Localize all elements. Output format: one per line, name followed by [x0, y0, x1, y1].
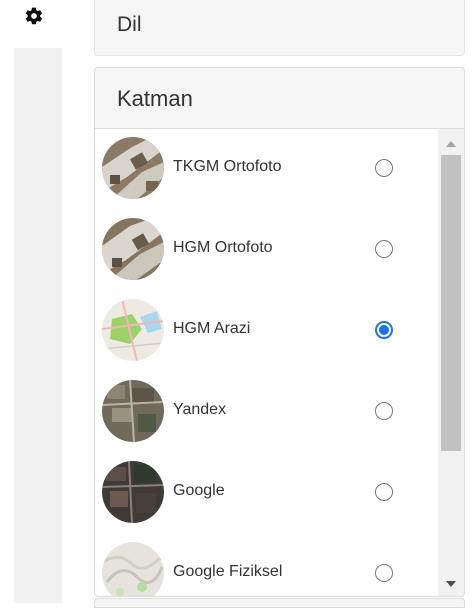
- layer-radio[interactable]: [375, 483, 393, 501]
- layer-list: TKGM Ortofoto HGM Ortofoto HGM Arazi Yan…: [95, 129, 438, 596]
- layer-item-tkgm-ortofoto[interactable]: TKGM Ortofoto: [95, 129, 438, 210]
- layer-label: HGM Ortofoto: [173, 239, 273, 256]
- layer-radio[interactable]: [375, 402, 393, 420]
- layer-radio[interactable]: [375, 564, 393, 582]
- sidebar-strip: [14, 48, 62, 603]
- layer-thumbnail: [102, 461, 164, 523]
- layer-label: Yandex: [173, 401, 227, 418]
- layer-panel-header[interactable]: Katman: [95, 68, 464, 129]
- layer-radio[interactable]: [375, 240, 393, 258]
- next-panel-edge: [94, 598, 465, 608]
- layer-item-hgm-arazi[interactable]: HGM Arazi: [95, 291, 438, 372]
- layer-item-yandex[interactable]: Yandex: [95, 372, 438, 453]
- layer-thumbnail: [102, 542, 164, 596]
- scrollbar-thumb[interactable]: [441, 155, 461, 451]
- layer-item-hgm-ortofoto[interactable]: HGM Ortofoto: [95, 210, 438, 291]
- layer-label: Google: [173, 482, 225, 499]
- layer-radio[interactable]: [375, 159, 393, 177]
- language-panel[interactable]: Dil: [94, 0, 465, 56]
- layer-thumbnail: [102, 137, 164, 199]
- layer-panel: Katman TKGM Ortofoto HGM Ortofoto HGM Ar…: [94, 67, 465, 597]
- gear-icon[interactable]: [24, 6, 44, 26]
- layer-thumbnail: [102, 218, 164, 280]
- scroll-up-arrow-icon[interactable]: [446, 141, 456, 147]
- layer-thumbnail: [102, 380, 164, 442]
- language-panel-title: Dil: [117, 13, 142, 36]
- layer-list-scrollbar[interactable]: [438, 129, 464, 596]
- layer-item-google[interactable]: Google: [95, 453, 438, 534]
- layer-thumbnail: [102, 299, 164, 361]
- layer-item-google-fiziksel[interactable]: Google Fiziksel: [95, 534, 438, 596]
- scroll-down-arrow-icon[interactable]: [446, 581, 456, 587]
- layer-panel-title: Katman: [117, 86, 193, 111]
- layer-label: HGM Arazi: [173, 320, 251, 337]
- layer-radio[interactable]: [375, 321, 393, 339]
- layer-label: TKGM Ortofoto: [173, 158, 282, 175]
- layer-label: Google Fiziksel: [173, 563, 283, 580]
